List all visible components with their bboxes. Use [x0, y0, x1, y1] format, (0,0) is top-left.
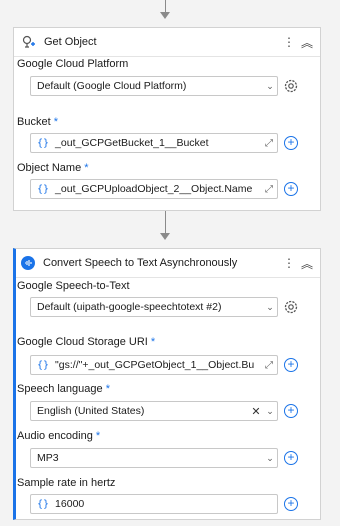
bucket-label: Bucket — [17, 116, 51, 128]
storage-uri-label: Google Cloud Storage URI — [17, 336, 148, 348]
audio-encoding-field: Audio encoding * — [17, 430, 305, 442]
speech-connection-dropdown[interactable]: Default (uipath-google-speechtotext #2) … — [30, 297, 278, 317]
audio-encoding-label: Audio encoding — [17, 430, 93, 442]
add-variable-button[interactable]: + — [284, 404, 298, 418]
required-marker: * — [53, 116, 58, 128]
audio-encoding-dropdown[interactable]: MP3 ⌄ — [30, 448, 278, 468]
chevron-down-icon[interactable]: ⌄ — [263, 453, 277, 464]
add-variable-button[interactable]: + — [284, 497, 298, 511]
storage-uri-input[interactable]: {} "gs://"+_out_GCPGetObject_1__Object.B… — [30, 355, 278, 375]
bucket-value: _out_GCPGetBucket_1__Bucket — [55, 137, 209, 149]
speech-to-text-title: Convert Speech to Text Asynchronously — [43, 257, 238, 269]
bucket-input[interactable]: {} _out_GCPGetBucket_1__Bucket ⤢ — [30, 133, 278, 153]
object-name-field: Object Name * — [17, 162, 305, 174]
speech-language-field: Speech language * — [17, 383, 305, 395]
storage-uri-value: "gs://"+_out_GCPGetObject_1__Object.Bu — [55, 359, 255, 371]
collapse-icon[interactable]: ︽ — [300, 34, 314, 51]
gcp-connection-value: Default (Google Cloud Platform) — [37, 80, 187, 92]
connector-arrow-middle — [160, 233, 170, 240]
object-name-label: Object Name — [17, 162, 82, 174]
speech-language-label: Speech language — [17, 383, 103, 395]
more-options-icon[interactable]: ⋮ — [282, 256, 296, 270]
required-marker: * — [95, 430, 101, 442]
expression-icon: {} — [37, 137, 50, 149]
sample-rate-field: Sample rate in hertz — [17, 477, 305, 489]
speech-connection-label: Google Speech-to-Text — [17, 280, 130, 292]
gcp-storage-icon — [22, 35, 35, 48]
sample-rate-label: Sample rate in hertz — [17, 477, 116, 489]
speech-language-value: English (United States) — [37, 405, 145, 417]
storage-uri-field: Google Cloud Storage URI * — [17, 336, 305, 348]
add-variable-button[interactable]: + — [284, 182, 298, 196]
expand-editor-icon[interactable]: ⤢ — [261, 184, 277, 195]
chevron-down-icon[interactable]: ⌄ — [263, 81, 277, 92]
gcp-connection-dropdown[interactable]: Default (Google Cloud Platform) ⌄ — [30, 76, 278, 96]
expand-editor-icon[interactable]: ⤢ — [261, 360, 277, 371]
gear-icon[interactable] — [283, 299, 299, 315]
add-variable-button[interactable]: + — [284, 358, 298, 372]
connector-line-top — [165, 0, 166, 12]
expression-icon: {} — [37, 183, 50, 195]
chevron-down-icon[interactable]: ⌄ — [263, 302, 277, 313]
chevron-down-icon[interactable]: ⌄ — [263, 406, 277, 417]
speech-to-text-header[interactable]: Convert Speech to Text Asynchronously ⋮ … — [16, 249, 320, 278]
speech-icon — [21, 256, 35, 270]
gear-icon[interactable] — [283, 78, 299, 94]
more-options-icon[interactable]: ⋮ — [282, 35, 296, 49]
collapse-icon[interactable]: ︽ — [300, 255, 314, 272]
gcp-connection-label: Google Cloud Platform — [17, 58, 129, 70]
required-marker: * — [150, 336, 156, 348]
required-marker: * — [105, 383, 110, 395]
get-object-header[interactable]: Get Object ⋮ ︽ — [14, 28, 320, 57]
expand-editor-icon[interactable]: ⤢ — [261, 138, 277, 149]
expression-icon: {} — [37, 359, 50, 371]
connector-arrow-top — [160, 12, 170, 19]
get-object-title: Get Object — [44, 36, 97, 48]
object-name-value: _out_GCPUploadObject_2__Object.Name — [55, 183, 253, 195]
required-marker: * — [84, 162, 89, 174]
sample-rate-input[interactable]: {} 16000 — [30, 494, 278, 514]
bucket-field: Bucket * — [17, 116, 305, 128]
object-name-input[interactable]: {} _out_GCPUploadObject_2__Object.Name ⤢ — [30, 179, 278, 199]
expression-icon: {} — [37, 498, 50, 510]
speech-connection-value: Default (uipath-google-speechtotext #2) — [37, 301, 222, 313]
speech-language-dropdown[interactable]: English (United States) ✕ ⌄ — [30, 401, 278, 421]
connector-line-middle — [165, 211, 166, 233]
speech-connection-field: Google Speech-to-Text — [17, 280, 305, 292]
gcp-connection-field: Google Cloud Platform — [17, 58, 305, 70]
audio-encoding-value: MP3 — [37, 452, 59, 464]
sample-rate-value: 16000 — [55, 498, 85, 510]
clear-icon[interactable]: ✕ — [249, 405, 263, 418]
add-variable-button[interactable]: + — [284, 451, 298, 465]
add-variable-button[interactable]: + — [284, 136, 298, 150]
